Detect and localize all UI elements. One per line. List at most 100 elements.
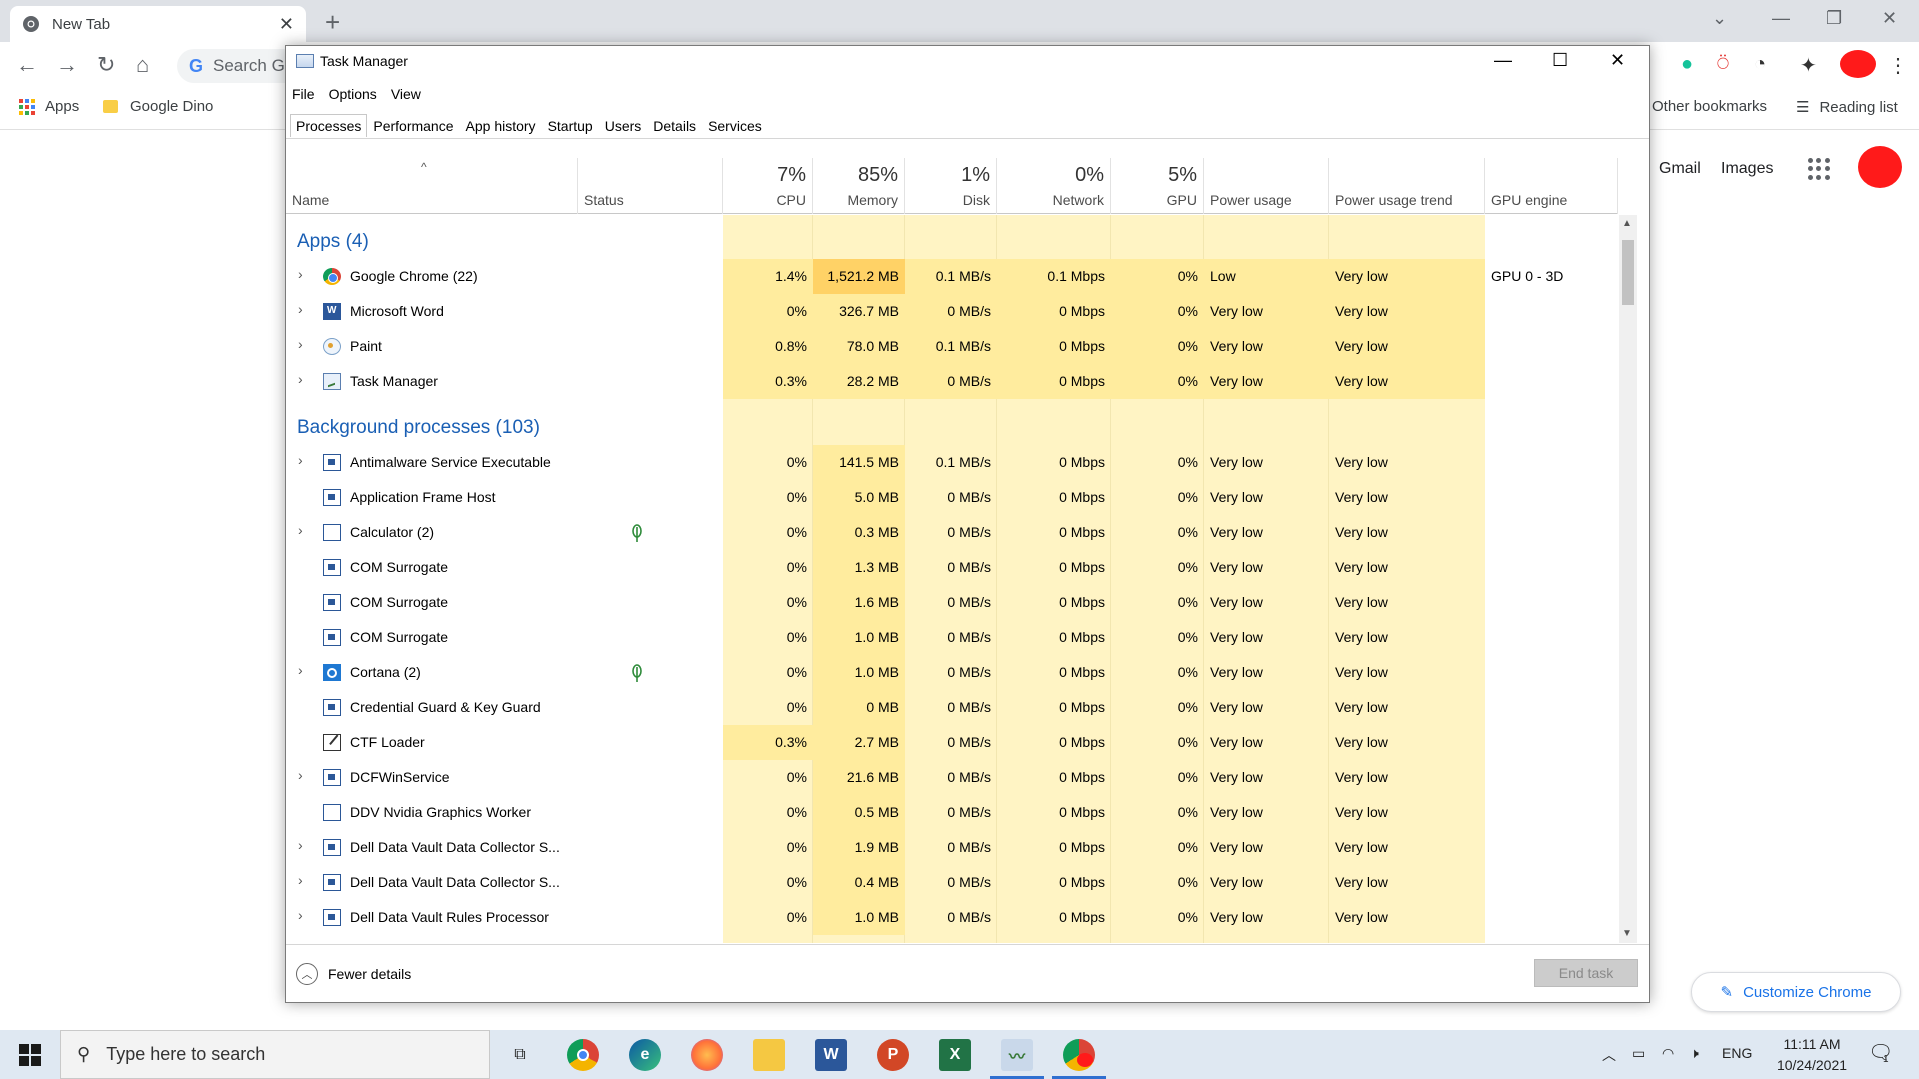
forward-icon[interactable]: → [56, 52, 78, 78]
tm-close-icon[interactable]: ✕ [1610, 50, 1625, 71]
col-name[interactable]: ^ Name [286, 158, 578, 214]
process-row[interactable]: CTF Loader 0.3% 2.7 MB 0 MB/s 0 Mbps 0% Very l… [286, 725, 1618, 760]
process-row[interactable]: › Dell Data Vault Rules Processor 0% 1.0 MB… [286, 900, 1618, 935]
process-row[interactable]: Application Frame Host 0% 5.0 MB 0 MB/s 0 Mb… [286, 480, 1618, 515]
task-manager-taskbar-icon[interactable]: 〰 [1001, 1039, 1033, 1071]
bookmark-apps[interactable]: Apps [19, 98, 79, 115]
end-task-button[interactable]: End task [1534, 959, 1638, 987]
tab-new-tab[interactable]: New Tab ✕ [10, 6, 306, 42]
taskbar-search-box[interactable]: ⚲ Type here to search [60, 1030, 490, 1079]
col-network[interactable]: 0% Network [997, 158, 1111, 214]
tab-users[interactable]: Users [599, 114, 648, 137]
col-memory[interactable]: 85% Memory [813, 158, 905, 214]
close-tab-icon[interactable]: ✕ [279, 14, 294, 35]
bookmark-other[interactable]: Other bookmarks [1652, 98, 1767, 115]
windows-start-icon[interactable] [19, 1044, 41, 1066]
task-view-icon[interactable]: ⧉ [504, 1039, 536, 1071]
back-icon[interactable]: ← [16, 52, 38, 78]
wifi-icon[interactable]: ◠ [1662, 1045, 1674, 1062]
gmail-link[interactable]: Gmail [1659, 160, 1701, 178]
extension-red-icon[interactable]: ⍥ [1717, 53, 1729, 76]
menu-options[interactable]: Options [329, 86, 377, 102]
google-account-avatar[interactable] [1858, 146, 1902, 188]
process-row[interactable]: › Calculator (2) 0% 0.3 MB 0 MB/s 0 Mbps 0% Ver… [286, 515, 1618, 550]
expand-chevron-icon[interactable]: › [298, 522, 303, 538]
col-gpu-engine[interactable]: GPU engine [1485, 158, 1618, 214]
expand-chevron-icon[interactable]: › [298, 662, 303, 678]
tm-titlebar[interactable]: Task Manager [286, 46, 1649, 76]
tab-processes[interactable]: Processes [290, 114, 368, 137]
process-row[interactable]: › Dell Data Vault Data Collector S... 0% 0.… [286, 865, 1618, 900]
images-link[interactable]: Images [1721, 160, 1773, 178]
tab-performance[interactable]: Performance [367, 114, 459, 137]
tm-maximize-icon[interactable]: ☐ [1552, 50, 1568, 71]
language-indicator[interactable]: ENG [1722, 1045, 1752, 1061]
bookmark-reading-list[interactable]: ☰ Reading list [1796, 98, 1898, 117]
chrome-taskbar-icon[interactable] [567, 1039, 599, 1071]
battery-icon[interactable]: ▭ [1632, 1045, 1645, 1062]
google-apps-icon[interactable] [1808, 158, 1830, 180]
volume-muted-icon[interactable]: 🕨 [1690, 1045, 1699, 1062]
extensions-puzzle-icon[interactable]: ✦ [1800, 53, 1817, 78]
process-row[interactable]: COM Surrogate 0% 1.0 MB 0 MB/s 0 Mbps 0% Very … [286, 620, 1618, 655]
expand-chevron-icon[interactable]: › [298, 907, 303, 923]
expand-chevron-icon[interactable]: › [298, 371, 303, 387]
clock-time[interactable]: 11:11 AM [1777, 1036, 1847, 1052]
home-icon[interactable]: ⌂ [136, 52, 149, 78]
tab-app-history[interactable]: App history [460, 114, 542, 137]
speed-icon[interactable]: ◔ [1754, 53, 1766, 76]
fewer-details-button[interactable]: ︿ Fewer details [296, 963, 411, 985]
notification-icon[interactable]: 🗨 [1868, 1040, 1893, 1065]
tab-search-icon[interactable]: ⌄ [1712, 8, 1727, 29]
app-row[interactable]: › Task Manager 0.3% 28.2 MB 0 MB/s 0 Mbps 0% Ve… [286, 364, 1618, 399]
tab-services[interactable]: Services [702, 114, 768, 137]
scroll-up-icon[interactable]: ▲ [1622, 218, 1632, 229]
firefox-icon[interactable] [691, 1039, 723, 1071]
process-row[interactable]: COM Surrogate 0% 1.6 MB 0 MB/s 0 Mbps 0% Very … [286, 585, 1618, 620]
menu-view[interactable]: View [391, 86, 421, 102]
bookmark-google-dino[interactable]: Google Dino [103, 98, 213, 115]
menu-file[interactable]: File [292, 86, 315, 102]
expand-chevron-icon[interactable]: › [298, 872, 303, 888]
tm-minimize-icon[interactable]: — [1494, 50, 1512, 71]
chrome-profile-taskbar-icon[interactable] [1063, 1039, 1095, 1071]
process-row[interactable]: COM Surrogate 0% 1.3 MB 0 MB/s 0 Mbps 0% Very … [286, 550, 1618, 585]
expand-chevron-icon[interactable]: › [298, 336, 303, 352]
profile-avatar[interactable] [1840, 50, 1876, 78]
vertical-scrollbar[interactable]: ▲ ▼ [1619, 215, 1637, 943]
expand-chevron-icon[interactable]: › [298, 301, 303, 317]
process-row[interactable]: › DCFWinService 0% 21.6 MB 0 MB/s 0 Mbps 0% Ver… [286, 760, 1618, 795]
app-row[interactable]: › Paint 0.8% 78.0 MB 0.1 MB/s 0 Mbps 0% Very lo… [286, 329, 1618, 364]
app-row[interactable]: › Microsoft Word 0% 326.7 MB 0 MB/s 0 Mbps 0% V… [286, 294, 1618, 329]
tab-startup[interactable]: Startup [542, 114, 599, 137]
expand-chevron-icon[interactable]: › [298, 837, 303, 853]
edge-icon[interactable]: e [629, 1039, 661, 1071]
col-disk[interactable]: 1% Disk [905, 158, 997, 214]
restore-icon[interactable]: ❐ [1826, 8, 1842, 29]
reload-icon[interactable]: ↻ [97, 52, 115, 78]
excel-icon[interactable]: X [939, 1039, 971, 1071]
process-row[interactable]: › Antimalware Service Executable 0% 141.5 M… [286, 445, 1618, 480]
col-gpu[interactable]: 5% GPU [1111, 158, 1204, 214]
col-status[interactable]: Status [578, 158, 723, 214]
expand-chevron-icon[interactable]: › [298, 266, 303, 282]
process-row[interactable]: DDV Nvidia Graphics Worker 0% 0.5 MB 0 MB/s… [286, 795, 1618, 830]
scroll-down-icon[interactable]: ▼ [1622, 928, 1632, 939]
process-row[interactable]: › Dell Data Vault Data Collector S... 0% 1.… [286, 830, 1618, 865]
expand-chevron-icon[interactable]: › [298, 452, 303, 468]
word-icon[interactable]: W [815, 1039, 847, 1071]
minimize-icon[interactable]: — [1772, 8, 1790, 29]
customize-chrome-button[interactable]: ✎ Customize Chrome [1691, 972, 1901, 1012]
chrome-menu-icon[interactable]: ⋮ [1888, 53, 1908, 78]
expand-chevron-icon[interactable]: › [298, 767, 303, 783]
col-power-trend[interactable]: Power usage trend [1329, 158, 1485, 214]
grammarly-icon[interactable]: ● [1681, 53, 1693, 76]
col-power[interactable]: Power usage [1204, 158, 1329, 214]
new-tab-button[interactable]: + [325, 7, 340, 38]
tab-details[interactable]: Details [647, 114, 702, 137]
col-cpu[interactable]: 7% CPU [723, 158, 813, 214]
scroll-thumb[interactable] [1622, 240, 1634, 305]
clock-date[interactable]: 10/24/2021 [1770, 1057, 1854, 1073]
close-window-icon[interactable]: ✕ [1882, 8, 1897, 29]
app-row[interactable]: › Google Chrome (22) 1.4% 1,521.2 MB 0.1 MB/… [286, 259, 1618, 294]
